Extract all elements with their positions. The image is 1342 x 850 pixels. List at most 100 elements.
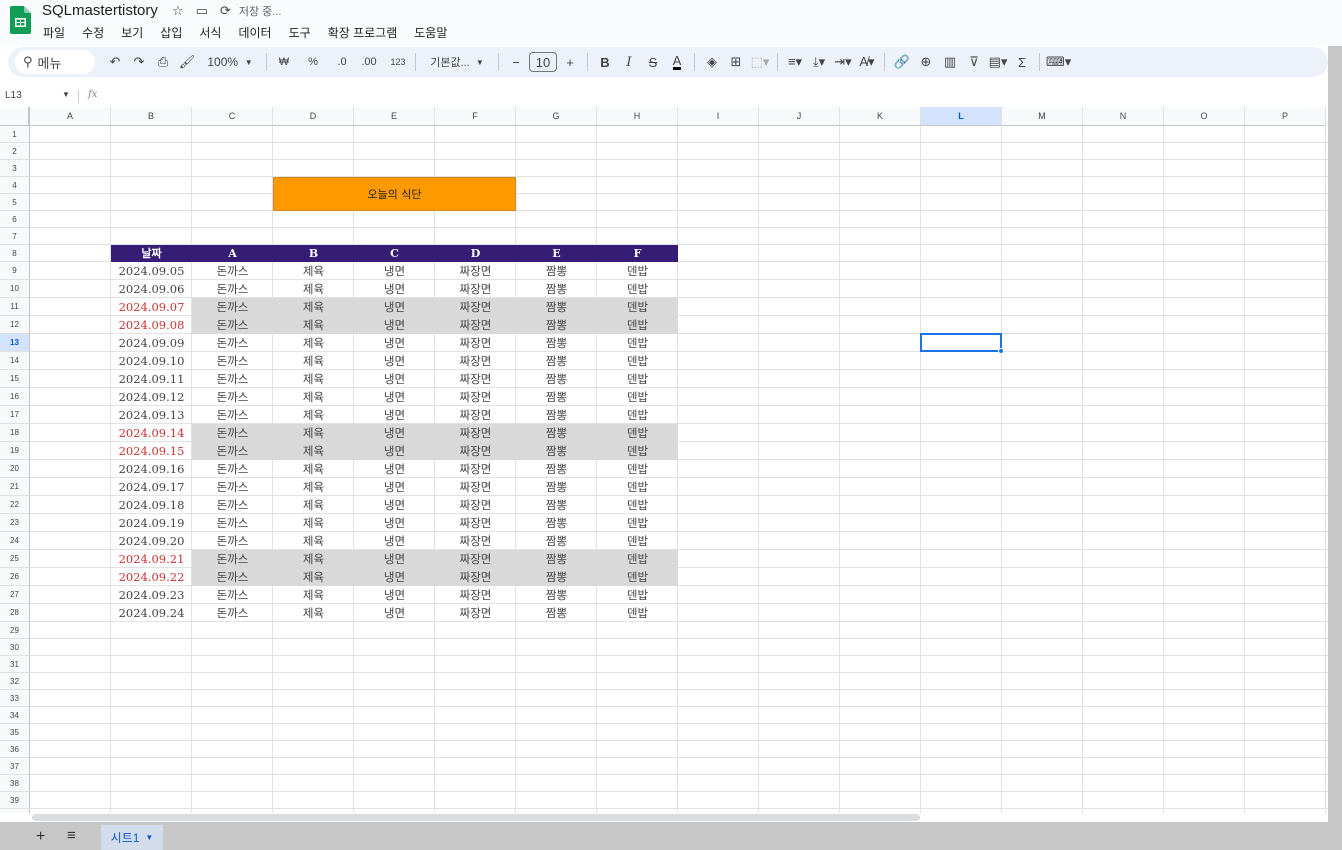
menu-cell[interactable]: 돈까스 (192, 406, 273, 424)
menu-cell[interactable]: 덴밥 (597, 370, 678, 388)
menu-cell[interactable]: 돈까스 (192, 262, 273, 280)
date-cell[interactable]: 2024.09.13 (111, 406, 192, 424)
table-header-cell[interactable]: F (597, 245, 678, 262)
menu-tools[interactable]: 도구 (289, 24, 311, 41)
table-header-cell[interactable]: 날짜 (111, 245, 192, 262)
menu-cell[interactable]: 제육 (273, 460, 354, 478)
menu-cell[interactable]: 제육 (273, 550, 354, 568)
menu-cell[interactable]: 짜장면 (435, 406, 516, 424)
menu-cell[interactable]: 짬뽕 (516, 352, 597, 370)
menu-cell[interactable]: 돈까스 (192, 442, 273, 460)
date-cell[interactable]: 2024.09.21 (111, 550, 192, 568)
date-cell[interactable]: 2024.09.12 (111, 388, 192, 406)
row-header-16[interactable]: 16 (0, 388, 30, 406)
row-header-14[interactable]: 14 (0, 352, 30, 370)
menu-cell[interactable]: 짬뽕 (516, 514, 597, 532)
row-header-40[interactable]: 40 (0, 809, 30, 813)
menu-cell[interactable]: 덴밥 (597, 550, 678, 568)
date-cell[interactable]: 2024.09.10 (111, 352, 192, 370)
row-header-18[interactable]: 18 (0, 424, 30, 442)
menu-cell[interactable]: 짬뽕 (516, 478, 597, 496)
undo-icon[interactable]: ↶ (104, 50, 126, 74)
row-header-27[interactable]: 27 (0, 586, 30, 604)
menu-cell[interactable]: 짜장면 (435, 568, 516, 586)
menu-cell[interactable]: 짜장면 (435, 460, 516, 478)
column-header-a[interactable]: A (30, 107, 111, 126)
row-header-12[interactable]: 12 (0, 316, 30, 334)
row-header-33[interactable]: 33 (0, 690, 30, 707)
menu-cell[interactable]: 짬뽕 (516, 460, 597, 478)
currency-format-button[interactable]: ₩ (273, 50, 295, 74)
menu-cell[interactable]: 제육 (273, 586, 354, 604)
menu-cell[interactable]: 덴밥 (597, 316, 678, 334)
date-cell[interactable]: 2024.09.20 (111, 532, 192, 550)
table-header-cell[interactable]: C (354, 245, 435, 262)
row-header-17[interactable]: 17 (0, 406, 30, 424)
menu-cell[interactable]: 돈까스 (192, 604, 273, 622)
menu-cell[interactable]: 짜장면 (435, 496, 516, 514)
menu-cell[interactable]: 돈까스 (192, 334, 273, 352)
menu-cell[interactable]: 돈까스 (192, 550, 273, 568)
date-cell[interactable]: 2024.09.07 (111, 298, 192, 316)
horizontal-align-icon[interactable]: ≡▾ (784, 50, 806, 74)
row-header-25[interactable]: 25 (0, 550, 30, 568)
menu-data[interactable]: 데이터 (238, 24, 271, 41)
menu-cell[interactable]: 짬뽕 (516, 496, 597, 514)
move-folder-icon[interactable]: ▭ (196, 3, 208, 19)
insert-comment-icon[interactable]: ⊕ (915, 50, 937, 74)
row-header-8[interactable]: 8 (0, 245, 30, 262)
menu-cell[interactable]: 제육 (273, 388, 354, 406)
row-header-7[interactable]: 7 (0, 228, 30, 245)
menu-cell[interactable]: 냉면 (354, 460, 435, 478)
menu-cell[interactable]: 제육 (273, 370, 354, 388)
menu-cell[interactable]: 짜장면 (435, 280, 516, 298)
add-sheet-button[interactable]: + (36, 828, 45, 846)
menu-cell[interactable]: 짬뽕 (516, 568, 597, 586)
date-cell[interactable]: 2024.09.15 (111, 442, 192, 460)
date-cell[interactable]: 2024.09.17 (111, 478, 192, 496)
row-header-28[interactable]: 28 (0, 604, 30, 622)
all-sheets-button[interactable]: ≡ (67, 827, 76, 844)
date-cell[interactable]: 2024.09.23 (111, 586, 192, 604)
row-header-10[interactable]: 10 (0, 280, 30, 298)
menu-cell[interactable]: 짜장면 (435, 478, 516, 496)
row-header-2[interactable]: 2 (0, 143, 30, 160)
horizontal-scrollbar[interactable] (32, 814, 920, 821)
menu-cell[interactable]: 짜장면 (435, 316, 516, 334)
column-header-n[interactable]: N (1083, 107, 1164, 126)
menu-insert[interactable]: 삽입 (160, 24, 182, 41)
menu-cell[interactable]: 덴밥 (597, 442, 678, 460)
row-header-24[interactable]: 24 (0, 532, 30, 550)
sheets-logo-icon[interactable] (10, 6, 31, 34)
menu-cell[interactable]: 짬뽕 (516, 316, 597, 334)
menu-cell[interactable]: 냉면 (354, 442, 435, 460)
menu-cell[interactable]: 제육 (273, 406, 354, 424)
functions-icon[interactable]: Σ (1011, 50, 1033, 74)
text-wrap-icon[interactable]: ⇥▾ (832, 50, 854, 74)
menu-cell[interactable]: 돈까스 (192, 298, 273, 316)
merge-cells-icon[interactable]: ⬚▾ (749, 50, 771, 74)
menu-format[interactable]: 서식 (199, 24, 221, 41)
menu-cell[interactable]: 짬뽕 (516, 532, 597, 550)
menu-cell[interactable]: 짜장면 (435, 442, 516, 460)
menu-cell[interactable]: 냉면 (354, 316, 435, 334)
column-header-c[interactable]: C (192, 107, 273, 126)
menu-cell[interactable]: 냉면 (354, 334, 435, 352)
column-header-b[interactable]: B (111, 107, 192, 126)
date-cell[interactable]: 2024.09.05 (111, 262, 192, 280)
insert-link-icon[interactable]: 🔗 (891, 50, 913, 74)
column-header-f[interactable]: F (435, 107, 516, 126)
more-formats-button[interactable]: 123 (387, 50, 409, 74)
menu-cell[interactable]: 제육 (273, 478, 354, 496)
row-header-38[interactable]: 38 (0, 775, 30, 792)
document-title[interactable]: SQLmastertistory (42, 2, 158, 19)
column-header-h[interactable]: H (597, 107, 678, 126)
row-header-13[interactable]: 13 (0, 334, 30, 352)
date-cell[interactable]: 2024.09.11 (111, 370, 192, 388)
table-header-cell[interactable]: B (273, 245, 354, 262)
menu-cell[interactable]: 제육 (273, 280, 354, 298)
redo-icon[interactable]: ↷ (128, 50, 150, 74)
increase-decimal-button[interactable]: .00 (358, 50, 380, 74)
column-header-l[interactable]: L (921, 107, 1002, 126)
date-cell[interactable]: 2024.09.24 (111, 604, 192, 622)
